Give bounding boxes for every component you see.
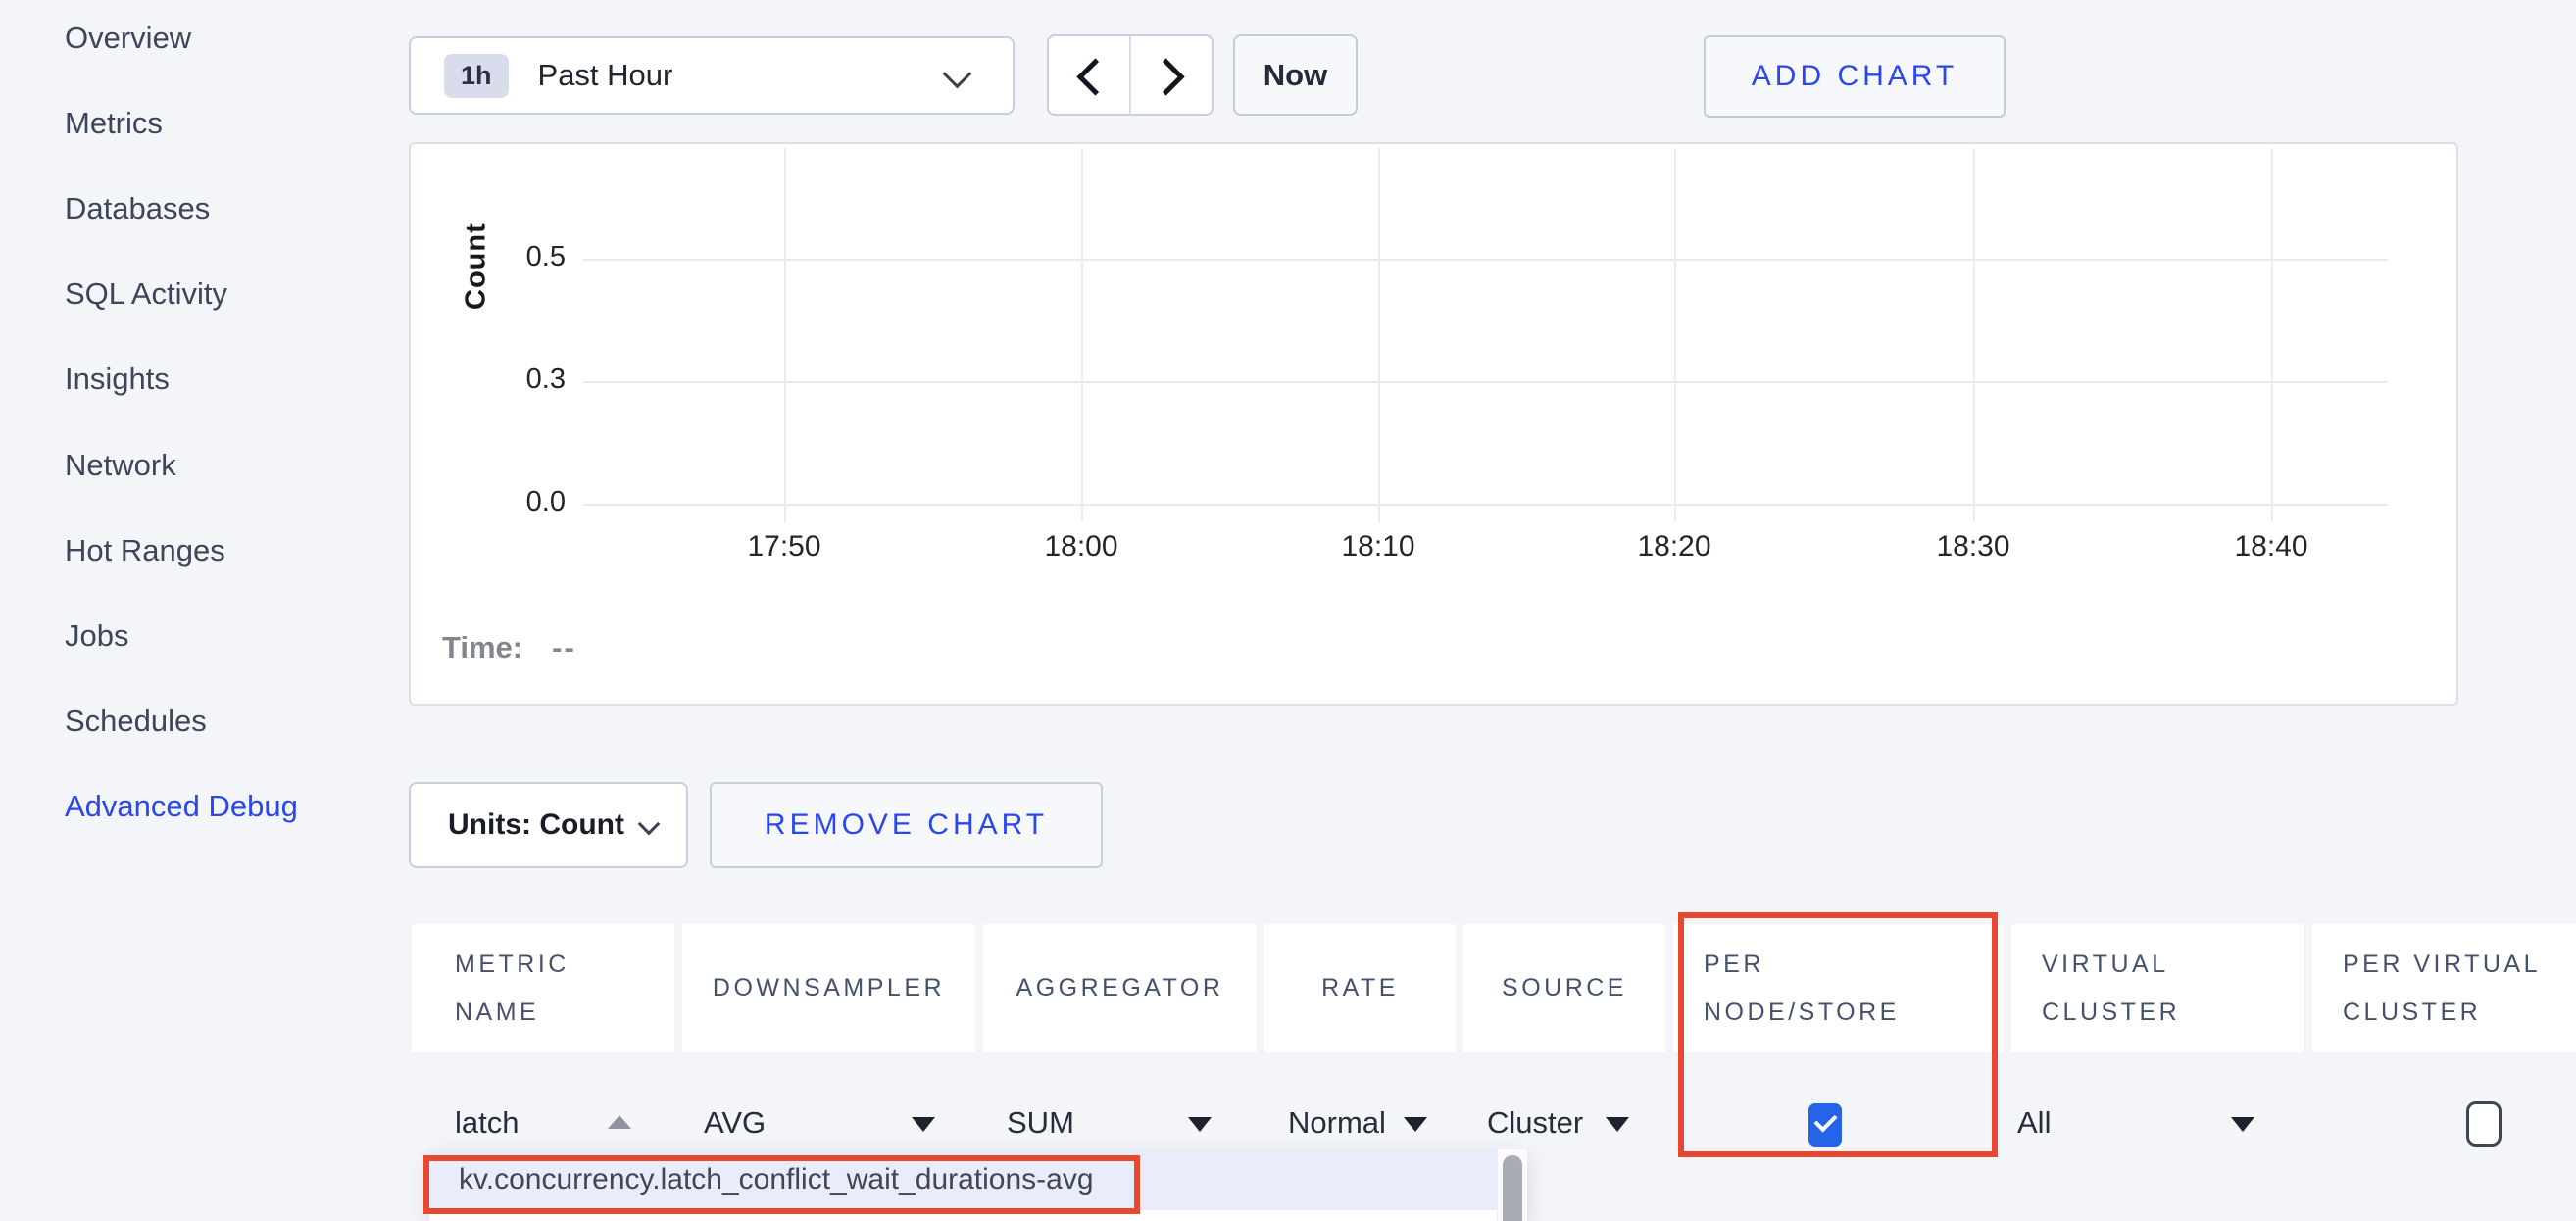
column-header-label: VIRTUAL CLUSTER (2042, 941, 2218, 1037)
source-select[interactable]: Cluster (1487, 1101, 1583, 1145)
chevron-right-icon (1147, 58, 1184, 95)
column-header-label: RATE (1321, 964, 1399, 1012)
triangle-down-icon[interactable] (1606, 1117, 1629, 1132)
metric-suggestion-item[interactable]: kv.concurrency.latch_conflict_wait_durat… (429, 1149, 1497, 1210)
rate-select[interactable]: Normal (1288, 1101, 1386, 1145)
v-gridline (784, 148, 786, 522)
chevron-left-icon (1076, 58, 1114, 95)
chevron-down-icon (943, 60, 972, 89)
time-nav-arrows (1047, 34, 1214, 116)
next-time-button[interactable] (1129, 36, 1212, 114)
column-header-aggregator: AGGREGATOR (983, 924, 1257, 1052)
chart-card: Count 0.50.30.017:5018:0018:1018:2018:30… (409, 142, 2458, 706)
h-gridline (583, 381, 2388, 383)
time-range-selector[interactable]: 1h Past Hour (409, 36, 1015, 115)
x-tick-label: 18:10 (1310, 530, 1447, 563)
virtual-cluster-select[interactable]: All (2017, 1101, 2051, 1145)
y-tick-label: 0.3 (475, 364, 566, 396)
downsampler-select[interactable]: AVG (704, 1101, 766, 1145)
x-tick-label: 17:50 (716, 530, 853, 563)
column-header-downsampler: DOWNSAMPLER (682, 924, 975, 1052)
v-gridline (1081, 148, 1083, 522)
sidebar-item-overview[interactable]: Overview (65, 20, 191, 57)
per-virtual-cluster-checkbox[interactable] (2466, 1101, 2502, 1147)
column-header-label: AGGREGATOR (1016, 964, 1224, 1012)
chevron-down-icon (638, 813, 661, 836)
column-header-label: METRIC NAME (455, 941, 631, 1037)
h-gridline (583, 259, 2388, 261)
x-tick-label: 18:00 (1013, 530, 1150, 563)
triangle-down-icon[interactable] (2231, 1117, 2254, 1132)
sidebar-item-insights[interactable]: Insights (65, 361, 170, 398)
now-button[interactable]: Now (1233, 34, 1358, 116)
column-header-per-node-store: PER NODE/STORE (1673, 924, 2003, 1052)
sidebar-item-advanced-debug[interactable]: Advanced Debug (65, 788, 298, 825)
metric-suggestion-dropdown: kv.concurrency.latch_conflict_wait_durat… (429, 1149, 1527, 1221)
dropdown-scrollbar-thumb[interactable] (1503, 1155, 1522, 1221)
time-range-label: Past Hour (538, 58, 673, 93)
units-select-value: Units: Count (448, 808, 624, 842)
sidebar-item-schedules[interactable]: Schedules (65, 703, 207, 740)
triangle-up-icon[interactable] (608, 1115, 631, 1129)
sidebar-item-hot-ranges[interactable]: Hot Ranges (65, 532, 225, 569)
sidebar-item-sql-activity[interactable]: SQL Activity (65, 275, 227, 313)
column-header-rate: RATE (1264, 924, 1456, 1052)
x-tick-label: 18:30 (1905, 530, 2042, 563)
column-header-label: DOWNSAMPLER (713, 964, 945, 1012)
v-gridline (2271, 148, 2273, 522)
column-header-label: PER NODE/STORE (1704, 941, 1934, 1037)
time-readout-label: Time: (442, 630, 522, 664)
y-tick-label: 0.0 (475, 486, 566, 518)
remove-chart-button[interactable]: REMOVE CHART (710, 782, 1103, 868)
column-header-virtual-cluster: VIRTUAL CLUSTER (2011, 924, 2304, 1052)
v-gridline (1674, 148, 1676, 522)
column-header-per-virtual-cluster: PER VIRTUAL CLUSTER (2312, 924, 2576, 1052)
prev-time-button[interactable] (1049, 36, 1129, 114)
units-select[interactable]: Units: Count (409, 782, 688, 868)
sidebar-item-metrics[interactable]: Metrics (65, 105, 163, 142)
v-gridline (1973, 148, 1975, 522)
per-node-store-checkbox[interactable] (1808, 1103, 1842, 1147)
time-readout-value: -- (552, 630, 576, 664)
column-header-source: SOURCE (1463, 924, 1665, 1052)
column-header-label: SOURCE (1502, 964, 1627, 1012)
sidebar-item-network[interactable]: Network (65, 447, 176, 484)
time-range-badge: 1h (444, 54, 509, 98)
dropdown-scrollbar[interactable] (1497, 1149, 1527, 1221)
sidebar-item-jobs[interactable]: Jobs (65, 617, 128, 655)
x-tick-label: 18:40 (2203, 530, 2340, 563)
triangle-down-icon[interactable] (1188, 1117, 1212, 1132)
time-readout: Time: -- (442, 630, 576, 665)
y-tick-label: 0.5 (475, 241, 566, 273)
v-gridline (1378, 148, 1380, 522)
x-tick-label: 18:20 (1606, 530, 1743, 563)
custom-chart-page: Overview Metrics Databases SQL Activity Insi… (0, 0, 2576, 1221)
sidebar-item-databases[interactable]: Databases (65, 190, 210, 227)
aggregator-select[interactable]: SUM (1007, 1101, 1074, 1145)
column-header-label: PER VIRTUAL CLUSTER (2343, 941, 2576, 1037)
triangle-down-icon[interactable] (912, 1117, 935, 1132)
triangle-down-icon[interactable] (1404, 1117, 1427, 1132)
add-chart-button[interactable]: ADD CHART (1704, 35, 2006, 118)
h-gridline (583, 504, 2388, 506)
column-header-metric-name: METRIC NAME (412, 924, 674, 1052)
metric-name-combobox[interactable]: latch (455, 1101, 519, 1145)
